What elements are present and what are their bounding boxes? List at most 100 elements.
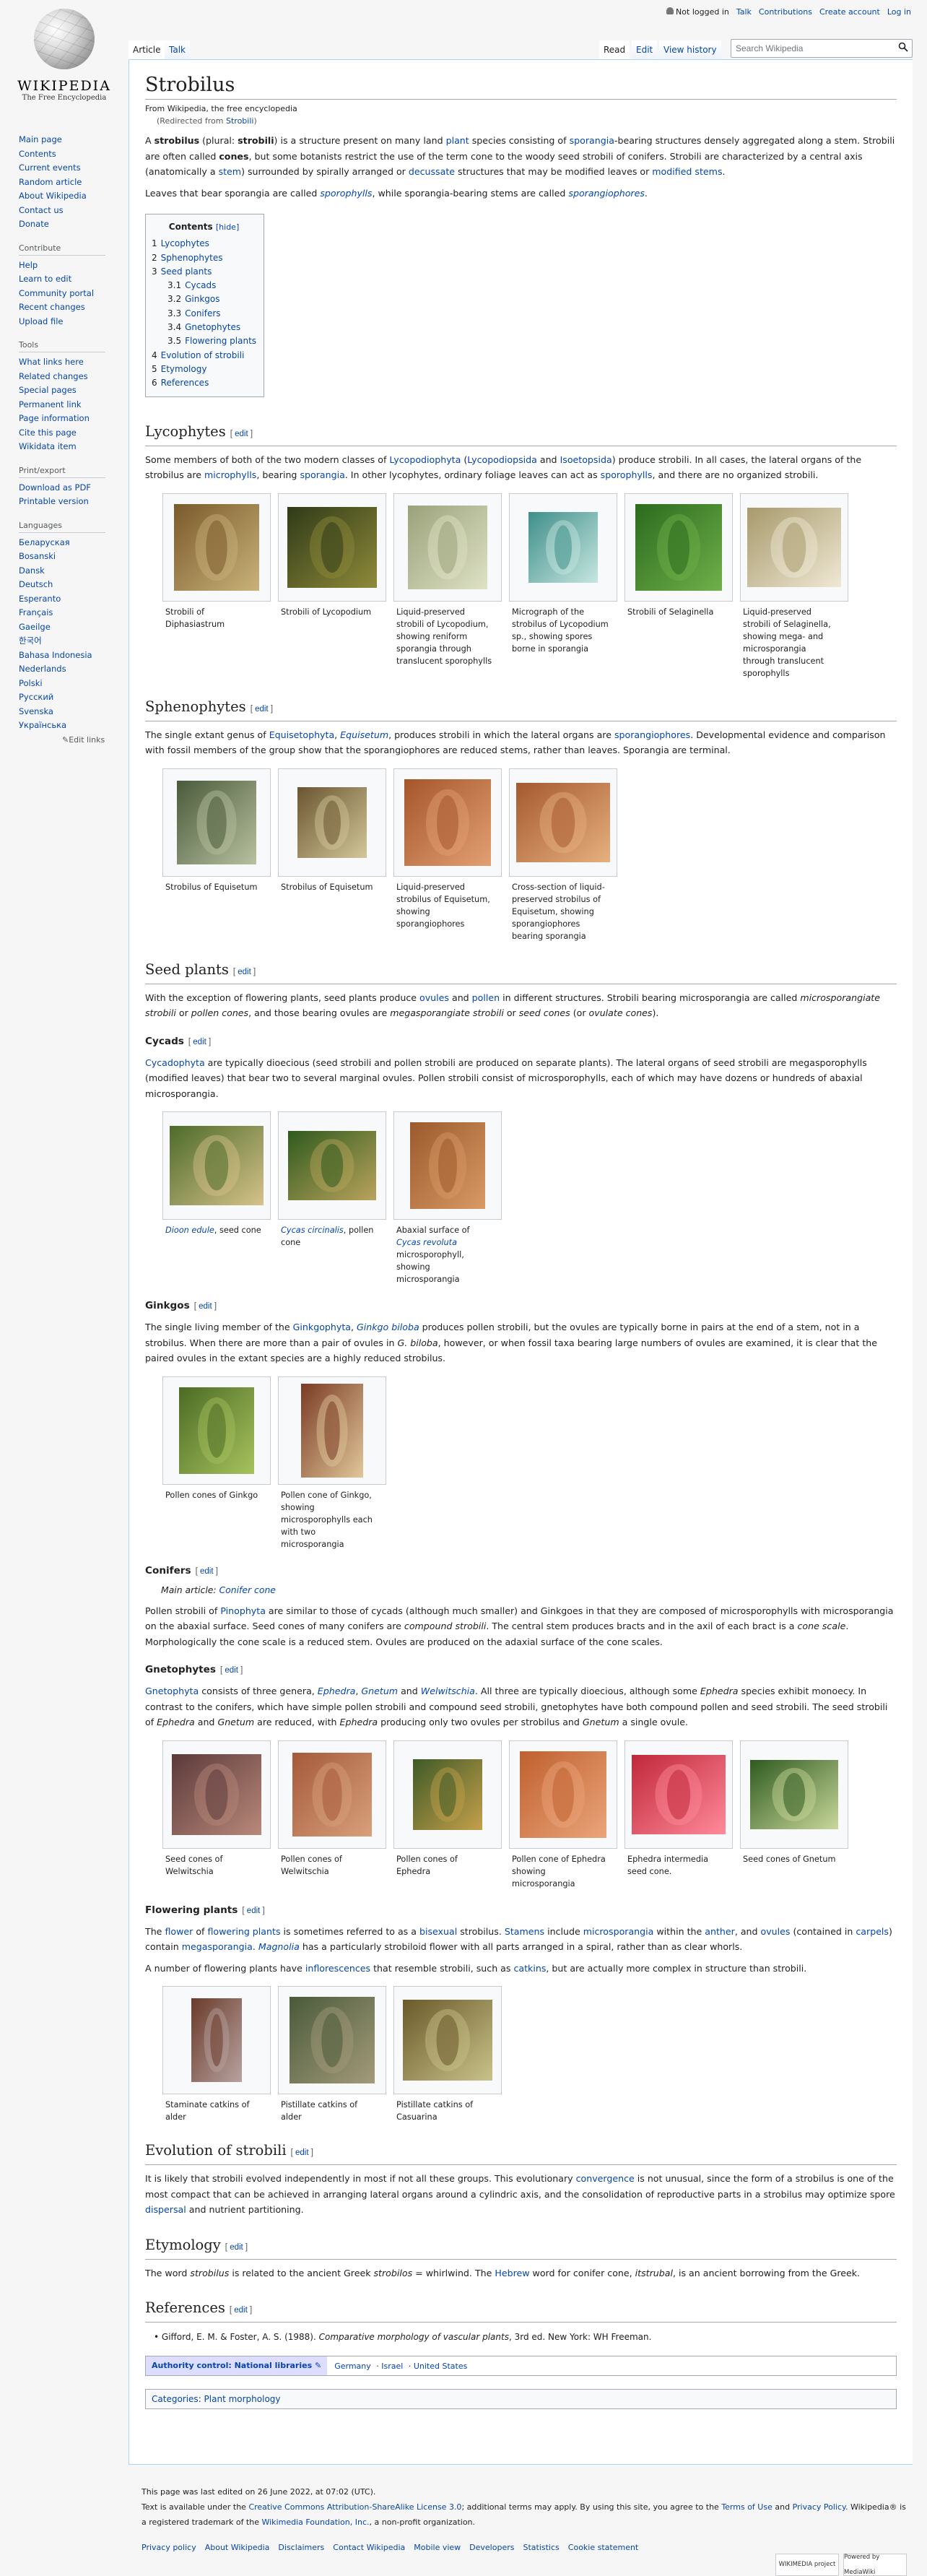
sidebar-item-upload-file[interactable]: Upload file [19,315,120,329]
image-frame[interactable] [393,493,502,602]
photo-thumbnail[interactable] [292,1752,372,1836]
language-link[interactable]: Bahasa Indonesia [19,649,120,663]
toc-item[interactable]: 3.4 Gnetophytes [152,321,256,334]
tab-edit[interactable]: Edit [632,40,658,59]
redirect-link[interactable]: Strobili [226,116,253,126]
image-frame[interactable] [393,1740,502,1849]
footer-link-about-wikipedia[interactable]: About Wikipedia [205,2540,270,2555]
image-frame[interactable] [278,1986,386,2095]
toc-item[interactable]: 4 Evolution of strobili [152,349,256,363]
link-stamens[interactable]: Stamens [505,1926,544,1937]
footer-link-mobile-view[interactable]: Mobile view [414,2540,461,2555]
edit-section-ginkgos[interactable]: edit [199,1302,212,1311]
link-gnetophyta[interactable]: Gnetophyta [145,1686,199,1696]
toc-link-seed-plants[interactable]: Seed plants [161,266,212,277]
edit-section-gnetophytes[interactable]: edit [225,1666,238,1675]
sidebar-item-random-article[interactable]: Random article [19,175,120,190]
edit-section-sphenophytes[interactable]: edit [255,705,269,714]
link-modified-stems[interactable]: modified stems [652,166,722,177]
footer-link-disclaimers[interactable]: Disclaimers [278,2540,324,2555]
link-sporangiophores[interactable]: sporangiophores [568,188,645,199]
sidebar-item-about-wikipedia[interactable]: About Wikipedia [19,189,120,204]
toc-item[interactable]: 3.5 Flowering plants [152,334,256,348]
image-frame[interactable] [393,1111,502,1220]
image-frame[interactable] [278,768,386,877]
image-frame[interactable] [162,1111,271,1220]
caption-link[interactable]: Dioon edule [165,1226,214,1235]
link-catkins[interactable]: catkins [513,1963,546,1974]
photo-thumbnail[interactable] [177,780,256,864]
footer-link-contact-wikipedia[interactable]: Contact Wikipedia [333,2540,405,2555]
sidebar-item-printable-version[interactable]: Printable version [19,495,120,509]
photo-thumbnail[interactable] [632,1754,726,1834]
edit-section-cycads[interactable]: edit [193,1038,206,1046]
footer-link-cookie-statement[interactable]: Cookie statement [568,2540,638,2555]
link-pollen[interactable]: pollen [472,992,500,1003]
link-ovules-2[interactable]: ovules [761,1926,791,1937]
edit-links[interactable]: ✎Edit links [62,733,120,747]
sidebar-item-main-page[interactable]: Main page [19,133,120,147]
link-ovules[interactable]: ovules [419,992,449,1003]
toc-item[interactable]: 3 Seed plants [152,265,256,279]
link-ginkgo-biloba[interactable]: Ginkgo biloba [357,1322,419,1332]
language-link[interactable]: Русский [19,690,120,705]
footer-link-developers[interactable]: Developers [469,2540,514,2555]
link-privacy[interactable]: Privacy Policy [793,2502,845,2512]
toc-link-sphenophytes[interactable]: Sphenophytes [161,253,223,263]
image-frame[interactable] [162,768,271,877]
image-frame[interactable] [624,1740,733,1849]
edit-section-flowering-plants[interactable]: edit [247,1907,261,1915]
language-link[interactable]: Bosanski [19,550,120,564]
link-microsporangia[interactable]: microsporangia [583,1926,654,1937]
sidebar-item-help[interactable]: Help [19,259,120,273]
footer-link-privacy-policy[interactable]: Privacy policy [142,2540,196,2555]
edit-section-conifers[interactable]: edit [200,1567,214,1576]
category-link-plant-morphology[interactable]: Plant morphology [204,2394,281,2404]
toc-link-cycads[interactable]: Cycads [185,280,216,290]
link-isoetopsida[interactable]: Isoetopsida [560,454,612,465]
link-convergence[interactable]: convergence [576,2173,635,2184]
link-microphylls[interactable]: microphylls [204,469,256,480]
mediawiki-badge[interactable]: Powered by MediaWiki [843,2554,907,2576]
contributions-link[interactable]: Contributions [759,7,812,17]
language-link[interactable]: Беларуская [19,536,120,550]
toc-item[interactable]: 5 Etymology [152,363,256,376]
authority-link-united-states[interactable]: United States [414,2362,468,2371]
authority-control-label[interactable]: Authority control: National libraries ✎ [146,2356,328,2376]
link-sporophylls-2[interactable]: sporophylls [601,469,653,480]
photo-thumbnail[interactable] [750,1759,838,1829]
language-link[interactable]: Polski [19,677,120,691]
photo-thumbnail[interactable] [172,1753,261,1835]
create-account-link[interactable]: Create account [819,7,880,17]
image-frame[interactable] [278,493,386,602]
toc-link-conifers[interactable]: Conifers [185,308,220,318]
image-frame[interactable] [393,768,502,877]
caption-link[interactable]: Cycas circinalis [281,1226,344,1235]
photo-thumbnail[interactable] [516,782,610,862]
toc-link-flowering-plants[interactable]: Flowering plants [185,336,256,346]
log-in-link[interactable]: Log in [887,7,911,17]
language-link[interactable]: Deutsch [19,578,120,592]
image-frame[interactable] [509,493,617,602]
link-lycopodiopsida[interactable]: Lycopodiopsida [467,454,537,465]
tab-talk[interactable]: Talk [165,40,190,59]
image-frame[interactable] [509,768,617,877]
image-frame[interactable] [278,1376,386,1485]
language-link[interactable]: Nederlands [19,662,120,677]
toc-hide-toggle[interactable]: [hide] [216,222,239,232]
link-cycadophyta[interactable]: Cycadophyta [145,1057,205,1068]
footer-link-statistics[interactable]: Statistics [523,2540,559,2555]
photo-thumbnail[interactable] [413,1758,482,1830]
link-magnolia[interactable]: Magnolia [258,1941,300,1952]
sidebar-item-current-events[interactable]: Current events [19,161,120,175]
toc-link-references[interactable]: References [161,378,209,388]
link-terms[interactable]: Terms of Use [721,2502,772,2512]
link-sporangia[interactable]: sporangia [570,135,614,146]
link-decussate[interactable]: decussate [409,166,455,177]
link-anther[interactable]: anther [705,1926,735,1937]
photo-thumbnail[interactable] [410,1122,485,1210]
authority-link-israel[interactable]: Israel [381,2362,403,2371]
photo-thumbnail[interactable] [191,1998,242,2083]
link-welwitschia[interactable]: Welwitschia [421,1686,475,1696]
toc-link-lycophytes[interactable]: Lycophytes [161,238,209,248]
